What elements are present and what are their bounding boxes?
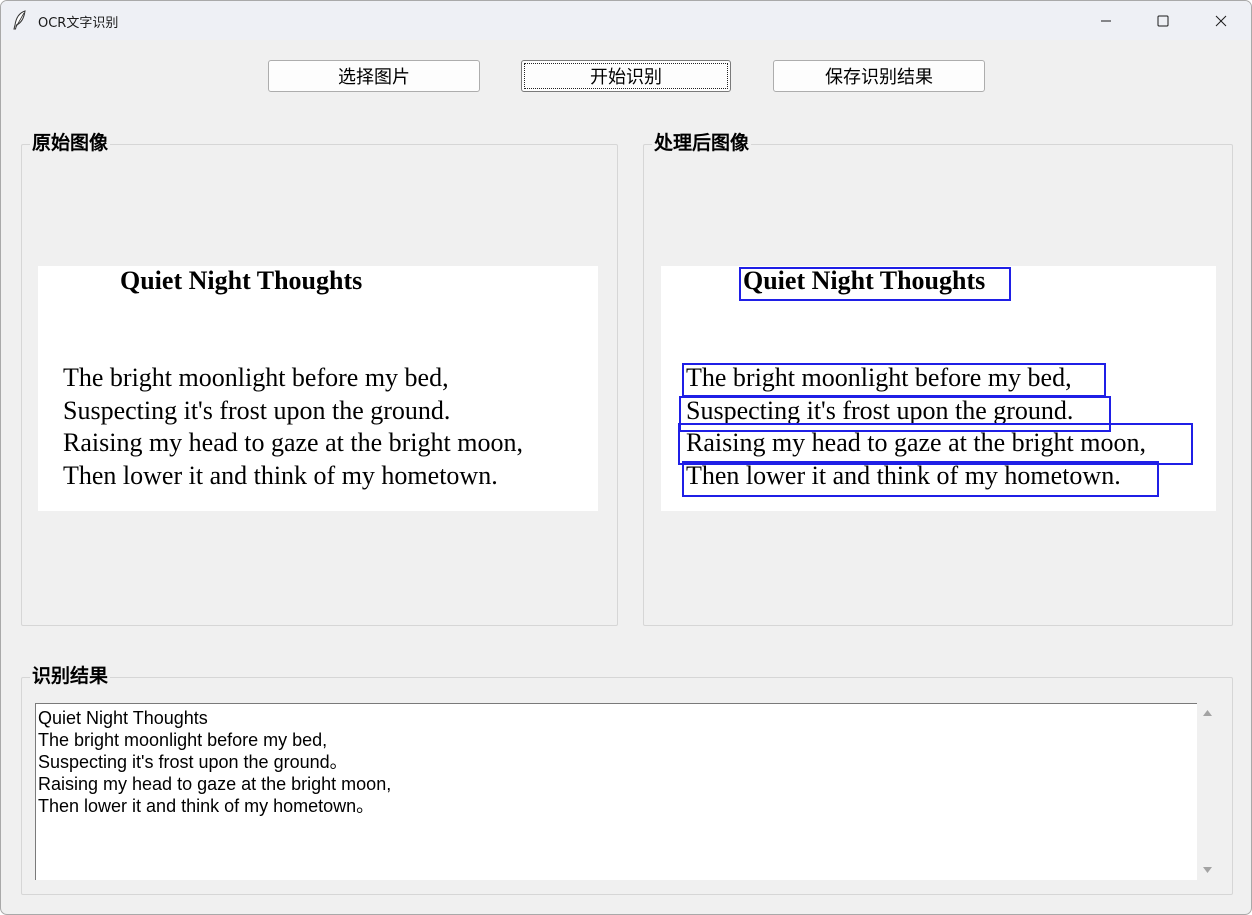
original-image-label: 原始图像	[30, 131, 111, 155]
close-icon	[1215, 15, 1227, 26]
window-title: OCR文字识别	[38, 16, 119, 31]
save-result-button[interactable]: 保存识别结果	[773, 60, 985, 92]
start-recognition-button[interactable]: 开始识别	[521, 60, 731, 92]
result-line: Raising my head to gaze at the bright mo…	[38, 774, 392, 794]
detection-box	[682, 363, 1106, 397]
close-button[interactable]	[1192, 1, 1250, 40]
poem-line: The bright moonlight before my bed,	[63, 363, 449, 392]
app-window: OCR文字识别 选择图片 开始识别 保存识别结果 原始图像 处理后图像 识别结果	[0, 0, 1252, 915]
scroll-up-arrow-icon[interactable]	[1202, 709, 1213, 717]
result-line: The bright moonlight before my bed,	[38, 730, 328, 750]
maximize-button[interactable]	[1134, 1, 1192, 40]
result-textarea[interactable]: Quiet Night Thoughts The bright moonligh…	[35, 703, 1197, 880]
select-image-button[interactable]: 选择图片	[268, 60, 480, 92]
poem-line: Suspecting it's frost upon the ground.	[63, 396, 451, 425]
poem-line: Then lower it and think of my hometown.	[63, 461, 498, 490]
maximize-icon	[1157, 15, 1169, 26]
feather-icon	[12, 10, 28, 30]
detection-box	[682, 461, 1159, 497]
scroll-down-arrow-icon[interactable]	[1202, 866, 1213, 874]
processed-image-label: 处理后图像	[652, 131, 752, 155]
result-label: 识别结果	[30, 664, 111, 688]
original-image: Quiet Night Thoughts The bright moonligh…	[38, 266, 598, 511]
result-line: Suspecting it's frost upon the ground。	[38, 752, 348, 772]
minimize-icon	[1101, 20, 1111, 21]
result-line: Quiet Night Thoughts	[38, 708, 208, 728]
result-line: Then lower it and think of my hometown。	[38, 796, 375, 816]
detection-box	[739, 267, 1011, 301]
detection-box	[678, 423, 1193, 465]
result-scrollbar[interactable]	[1198, 703, 1218, 880]
minimize-button[interactable]	[1077, 1, 1135, 40]
poem-title: Quiet Night Thoughts	[120, 266, 363, 295]
title-bar[interactable]: OCR文字识别	[1, 1, 1251, 40]
processed-image: Quiet Night Thoughts The bright moonligh…	[661, 266, 1216, 511]
poem-line: Raising my head to gaze at the bright mo…	[63, 428, 523, 457]
